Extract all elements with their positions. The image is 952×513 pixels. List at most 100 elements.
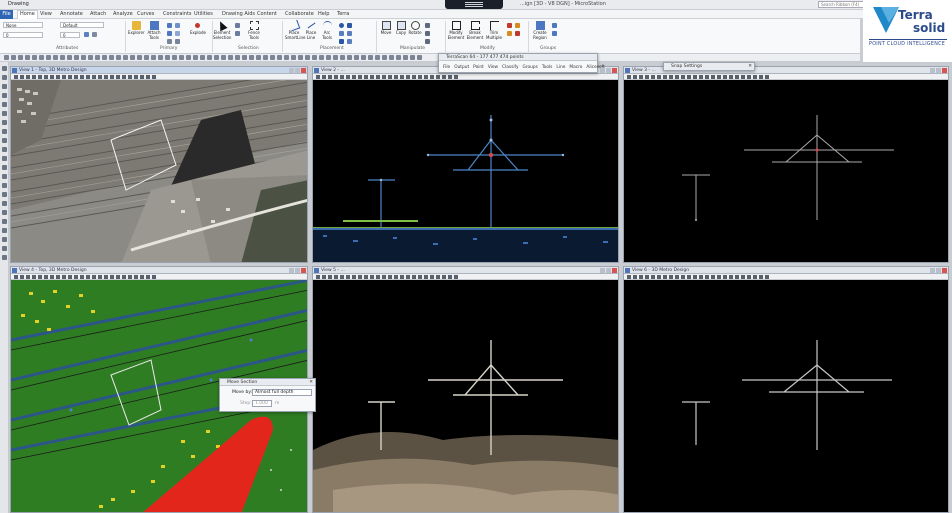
- toolbar-tool-icon[interactable]: [375, 55, 380, 60]
- view-tool-icon[interactable]: [328, 74, 332, 79]
- toolbar-tool-icon[interactable]: [368, 55, 373, 60]
- step-input[interactable]: 1.000: [252, 400, 272, 407]
- view-tool-icon[interactable]: [358, 274, 362, 279]
- toolbar-tool-icon[interactable]: [67, 55, 72, 60]
- snap-settings-title-bar[interactable]: Snap Settings ✕: [664, 63, 754, 70]
- toolbar-tool-icon[interactable]: [144, 55, 149, 60]
- view-tool-icon[interactable]: [681, 274, 685, 279]
- view-tool-icon[interactable]: [693, 274, 697, 279]
- toolbar-tool-icon[interactable]: [340, 55, 345, 60]
- view-tool-icon[interactable]: [747, 274, 751, 279]
- view-tool-icon[interactable]: [86, 274, 90, 279]
- toolbar-tool-icon[interactable]: [39, 55, 44, 60]
- priority-icon[interactable]: [92, 32, 97, 37]
- view-tool-icon[interactable]: [454, 74, 458, 79]
- view-tool-icon[interactable]: [412, 274, 416, 279]
- view-tool-icon[interactable]: [340, 74, 344, 79]
- view-tool-icon[interactable]: [687, 74, 691, 79]
- toolbar-tool-icon[interactable]: [249, 55, 254, 60]
- toolbar-tool-icon[interactable]: [284, 55, 289, 60]
- level-manager-icon[interactable]: [167, 23, 172, 28]
- arc-tools-button[interactable]: Arc Tools: [320, 21, 334, 40]
- array-icon[interactable]: [425, 39, 430, 44]
- view-tool-icon[interactable]: [352, 74, 356, 79]
- view-tool-icon[interactable]: [140, 74, 144, 79]
- view-tool-icon[interactable]: [38, 274, 42, 279]
- view-tool-icon[interactable]: [134, 74, 138, 79]
- view-tool-icon[interactable]: [633, 74, 637, 79]
- mirror-icon[interactable]: [425, 31, 430, 36]
- tab-constraints[interactable]: Constraints: [163, 11, 192, 17]
- create-region-button[interactable]: Create Region: [530, 21, 550, 40]
- terrascan-menu-groups[interactable]: Groups: [523, 65, 538, 70]
- side-tool-icon[interactable]: [2, 183, 7, 188]
- minimize-button[interactable]: [930, 68, 935, 73]
- view-tool-icon[interactable]: [376, 74, 380, 79]
- view-tool-icon[interactable]: [723, 74, 727, 79]
- side-tool-icon[interactable]: [2, 255, 7, 260]
- properties-icon[interactable]: [175, 39, 180, 44]
- view-tool-icon[interactable]: [104, 74, 108, 79]
- attach-tools-button[interactable]: Attach Tools: [146, 21, 162, 40]
- tab-view[interactable]: View: [40, 11, 52, 17]
- view-tool-icon[interactable]: [729, 74, 733, 79]
- tab-attach[interactable]: Attach: [90, 11, 106, 17]
- view-tool-icon[interactable]: [424, 74, 428, 79]
- toolbar-tool-icon[interactable]: [109, 55, 114, 60]
- element-selection-button[interactable]: Element Selection: [213, 19, 231, 40]
- close-button[interactable]: [301, 68, 306, 73]
- toolbar-tool-icon[interactable]: [312, 55, 317, 60]
- view-tool-icon[interactable]: [627, 74, 631, 79]
- view-tool-icon[interactable]: [364, 274, 368, 279]
- tab-drawing-aids[interactable]: Drawing Aids: [222, 11, 255, 17]
- view-tool-icon[interactable]: [400, 274, 404, 279]
- view-tool-icon[interactable]: [68, 274, 72, 279]
- view-tool-icon[interactable]: [675, 74, 679, 79]
- tab-content[interactable]: Content: [257, 11, 277, 17]
- toolbar-tool-icon[interactable]: [200, 55, 205, 60]
- toolbar-tool-icon[interactable]: [347, 55, 352, 60]
- view-tool-icon[interactable]: [110, 74, 114, 79]
- view-tool-icon[interactable]: [370, 274, 374, 279]
- trim-multiple-button[interactable]: Trim Multiple: [485, 21, 503, 40]
- view-tool-icon[interactable]: [358, 74, 362, 79]
- toolbar-tool-icon[interactable]: [270, 55, 275, 60]
- view-tool-icon[interactable]: [92, 74, 96, 79]
- toolbar-tool-icon[interactable]: [4, 55, 9, 60]
- view-tool-icon[interactable]: [110, 274, 114, 279]
- key-in-icon[interactable]: [167, 39, 172, 44]
- view-tool-icon[interactable]: [436, 74, 440, 79]
- view-tool-icon[interactable]: [104, 274, 108, 279]
- view-tool-icon[interactable]: [56, 74, 60, 79]
- view-tool-icon[interactable]: [152, 274, 156, 279]
- side-tool-icon[interactable]: [2, 201, 7, 206]
- view-tool-icon[interactable]: [430, 274, 434, 279]
- toolbar-tool-icon[interactable]: [158, 55, 163, 60]
- view-1-canvas[interactable]: [11, 80, 307, 262]
- toolbar-tool-icon[interactable]: [165, 55, 170, 60]
- view-tool-icon[interactable]: [663, 274, 667, 279]
- view-tool-icon[interactable]: [406, 74, 410, 79]
- view-tool-icon[interactable]: [741, 74, 745, 79]
- view-tool-icon[interactable]: [20, 274, 24, 279]
- view-tool-icon[interactable]: [418, 74, 422, 79]
- minimize-button[interactable]: [289, 268, 294, 273]
- toolbar-tool-icon[interactable]: [214, 55, 219, 60]
- view-tool-icon[interactable]: [38, 74, 42, 79]
- tab-terra[interactable]: Terra: [337, 11, 349, 17]
- view-tool-icon[interactable]: [454, 274, 458, 279]
- view-tool-icon[interactable]: [753, 274, 757, 279]
- view-tool-icon[interactable]: [442, 74, 446, 79]
- tab-file[interactable]: File: [0, 10, 13, 19]
- view-tool-icon[interactable]: [376, 274, 380, 279]
- terrascan-menu-point[interactable]: Point: [473, 65, 484, 70]
- view-tool-icon[interactable]: [759, 74, 763, 79]
- view-tool-icon[interactable]: [657, 74, 661, 79]
- view-tool-icon[interactable]: [418, 274, 422, 279]
- view-tool-icon[interactable]: [346, 274, 350, 279]
- remote-control-grip[interactable]: [445, 0, 503, 9]
- terrascan-menu-macro[interactable]: Macro: [569, 65, 582, 70]
- view-tool-icon[interactable]: [56, 274, 60, 279]
- chamfer-icon[interactable]: [507, 31, 512, 36]
- view-tool-icon[interactable]: [729, 274, 733, 279]
